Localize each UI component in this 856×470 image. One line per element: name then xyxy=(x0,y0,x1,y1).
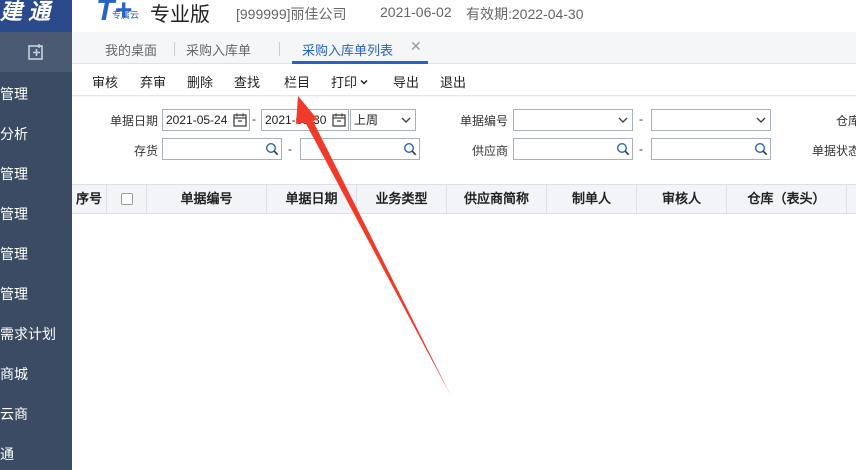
login-date: 2021-06-02 xyxy=(380,4,452,20)
tab-purchase-receipt-list[interactable]: 采购入库单列表 xyxy=(302,40,393,59)
company-name: [999999]丽佳公司 xyxy=(236,6,347,22)
inventory-from-input[interactable] xyxy=(162,138,282,160)
search-icon[interactable] xyxy=(616,142,630,156)
col-header-creator[interactable]: 制单人 xyxy=(547,185,637,213)
sidebar-item-2[interactable]: 分析 xyxy=(0,114,72,154)
unapprove-button[interactable]: 弃审 xyxy=(140,72,166,91)
doc-no-label: 单据编号 xyxy=(460,114,509,128)
supplier-dash: - xyxy=(639,142,643,156)
sidebar-item-4[interactable]: 管理 xyxy=(0,194,72,234)
supplier-from-input[interactable] xyxy=(513,138,633,160)
inventory-dash: - xyxy=(288,142,292,156)
chevron-down-icon xyxy=(756,117,766,123)
toolbar: 审核 弃审 删除 查找 栏目 打印 导出 退出 xyxy=(72,64,856,96)
approve-button[interactable]: 审核 xyxy=(92,72,118,91)
search-icon[interactable] xyxy=(403,142,417,156)
sidebar-item-6[interactable]: 管理 xyxy=(0,274,72,314)
col-header-seq[interactable]: 序号 xyxy=(72,185,107,213)
warehouse-label: 仓库 xyxy=(836,114,856,128)
doc-date-label: 单据日期 xyxy=(110,114,159,128)
supplier-label: 供应商 xyxy=(472,144,509,158)
sidebar-item-9[interactable]: 云商 xyxy=(0,394,72,434)
calendar-icon[interactable] xyxy=(233,113,247,127)
export-button[interactable]: 导出 xyxy=(393,72,419,91)
doc-status-label: 单据状态 xyxy=(812,144,856,158)
validity-date: 有效期:2022-04-30 xyxy=(466,6,584,22)
doc-no-dash: - xyxy=(639,112,643,126)
sidebar-item-3[interactable]: 管理 xyxy=(0,154,72,194)
sidebar-item-7[interactable]: 需求计划 xyxy=(0,314,72,354)
brand-sub: 专属云 xyxy=(112,10,140,20)
find-button[interactable]: 查找 xyxy=(234,72,260,91)
chevron-down-icon xyxy=(401,117,411,123)
col-header-supplier[interactable]: 供应商简称 xyxy=(447,185,547,213)
tab-separator xyxy=(174,42,175,56)
sidebar: 管理 分析 管理 管理 管理 管理 需求计划 商城 云商 通 xyxy=(0,32,72,470)
date-from-input[interactable]: 2021-05-24 xyxy=(162,109,250,131)
col-header-reviewer[interactable]: 审核人 xyxy=(637,185,727,213)
search-icon[interactable] xyxy=(265,142,279,156)
calendar-icon[interactable] xyxy=(332,113,346,127)
sidebar-item-8[interactable]: 商城 xyxy=(0,354,72,394)
col-header-select-all[interactable] xyxy=(107,185,147,213)
tab-bar: 我的桌面 采购入库单 采购入库单列表 ✕ xyxy=(72,32,856,64)
sidebar-collapse-icon[interactable] xyxy=(27,43,45,61)
sidebar-toggle[interactable] xyxy=(0,32,72,72)
date-to-input[interactable]: 2021-05-30 xyxy=(261,109,349,131)
app-logo: 建 通 xyxy=(0,0,72,32)
tab-purchase-receipt[interactable]: 采购入库单 xyxy=(186,40,251,59)
grid-body xyxy=(72,215,856,470)
brand-name: 专业版 xyxy=(150,4,210,26)
col-header-business-type[interactable]: 业务类型 xyxy=(357,185,447,213)
date-range-dash: - xyxy=(252,112,256,126)
sidebar-item-1[interactable]: 管理 xyxy=(0,74,72,114)
search-icon[interactable] xyxy=(754,142,768,156)
top-bar: 建 通 T+ 专属云 专业版 [999999]丽佳公司 2021-06-02 有… xyxy=(0,0,856,32)
tab-desktop[interactable]: 我的桌面 xyxy=(105,40,157,59)
grid-header: 序号 单据编号 单据日期 业务类型 供应商简称 制单人 审核人 仓库（表头） xyxy=(72,184,856,214)
doc-no-to-select[interactable] xyxy=(651,109,771,131)
col-header-doc-date[interactable]: 单据日期 xyxy=(267,185,357,213)
select-all-checkbox[interactable] xyxy=(121,193,133,205)
sidebar-item-10[interactable]: 通 xyxy=(0,434,72,470)
exit-button[interactable]: 退出 xyxy=(440,72,466,91)
tab-separator xyxy=(279,42,280,56)
print-button[interactable]: 打印 xyxy=(331,72,369,91)
filter-panel: 单据日期 2021-05-24 - 2021-05-30 上周 单据编号 - 仓… xyxy=(72,97,856,183)
chevron-down-icon xyxy=(360,79,368,85)
doc-no-from-select[interactable] xyxy=(513,109,633,131)
period-select[interactable]: 上周 xyxy=(350,109,416,131)
inventory-label: 存货 xyxy=(134,144,159,158)
columns-button[interactable]: 栏目 xyxy=(284,72,310,91)
inventory-to-input[interactable] xyxy=(300,138,420,160)
col-header-warehouse[interactable]: 仓库（表头） xyxy=(727,185,847,213)
supplier-to-input[interactable] xyxy=(651,138,771,160)
sidebar-item-5[interactable]: 管理 xyxy=(0,234,72,274)
tab-close-icon[interactable]: ✕ xyxy=(410,38,422,55)
chevron-down-icon xyxy=(618,117,628,123)
col-header-doc-no[interactable]: 单据编号 xyxy=(147,185,267,213)
delete-button[interactable]: 删除 xyxy=(187,72,213,91)
